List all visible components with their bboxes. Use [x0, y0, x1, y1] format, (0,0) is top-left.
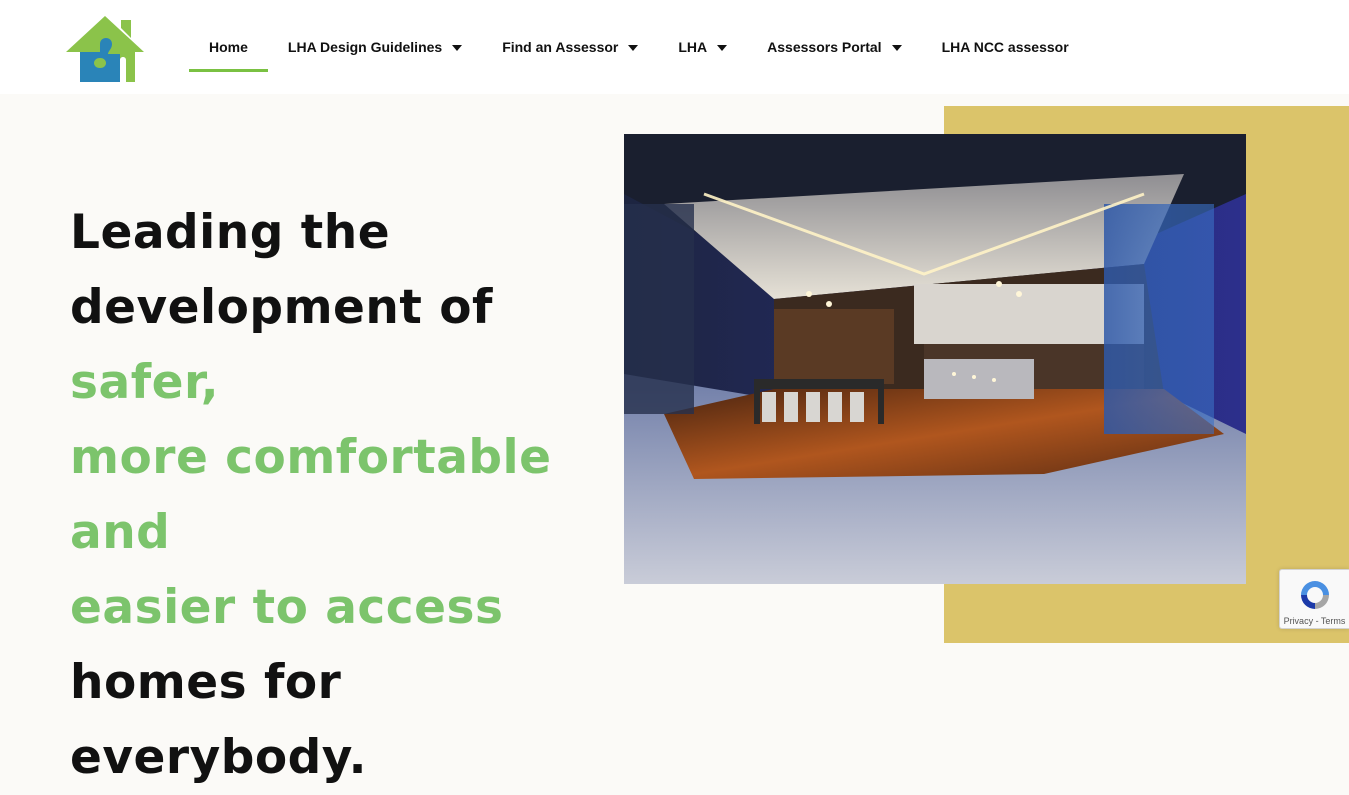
nav-item-label: LHA Design Guidelines — [287, 39, 443, 55]
recaptcha-badge[interactable]: Privacy - Terms — [1279, 569, 1349, 629]
caret-down-icon — [452, 45, 463, 51]
terms-link[interactable]: Terms — [1321, 616, 1346, 626]
site-header: Home LHA Design Guidelines Find an Asses… — [0, 0, 1349, 94]
recaptcha-links: Privacy - Terms — [1280, 616, 1349, 626]
headline-text: homes for everybody. — [70, 655, 367, 785]
hero-image — [624, 134, 1246, 584]
nav-item-lha[interactable]: LHA — [658, 22, 747, 72]
nav-item-label: LHA — [678, 39, 708, 55]
headline-text: development of — [70, 280, 493, 335]
recaptcha-icon — [1301, 581, 1329, 609]
nav-item-label: Find an Assessor — [502, 39, 619, 55]
privacy-link[interactable]: Privacy — [1284, 616, 1314, 626]
headline-highlight: more comfortable and — [70, 430, 552, 560]
house-puzzle-logo-icon[interactable] — [64, 14, 146, 84]
caret-down-icon — [891, 45, 902, 51]
caret-down-icon — [717, 45, 728, 51]
headline-highlight: safer, — [70, 355, 220, 410]
nav-item-label: LHA NCC assessor — [941, 39, 1069, 55]
headline-highlight: easier to access — [70, 580, 504, 635]
hero-headline: Leading the development of safer, more c… — [70, 195, 640, 795]
nav-item-assessors-portal[interactable]: Assessors Portal — [747, 22, 921, 72]
caret-down-icon — [628, 45, 639, 51]
nav-item-label: Assessors Portal — [767, 39, 882, 55]
nav-item-home[interactable]: Home — [189, 22, 268, 72]
main-navigation: Home LHA Design Guidelines Find an Asses… — [189, 22, 1089, 72]
recaptcha-separator: - — [1313, 616, 1321, 626]
modern-kitchen-dining-night-photo — [624, 134, 1246, 584]
nav-item-lha-design-guidelines[interactable]: LHA Design Guidelines — [268, 22, 482, 72]
nav-item-find-an-assessor[interactable]: Find an Assessor — [482, 22, 658, 72]
headline-text: Leading the — [70, 205, 391, 260]
nav-item-lha-ncc-assessor[interactable]: LHA NCC assessor — [922, 22, 1089, 72]
nav-item-label: Home — [209, 39, 248, 55]
